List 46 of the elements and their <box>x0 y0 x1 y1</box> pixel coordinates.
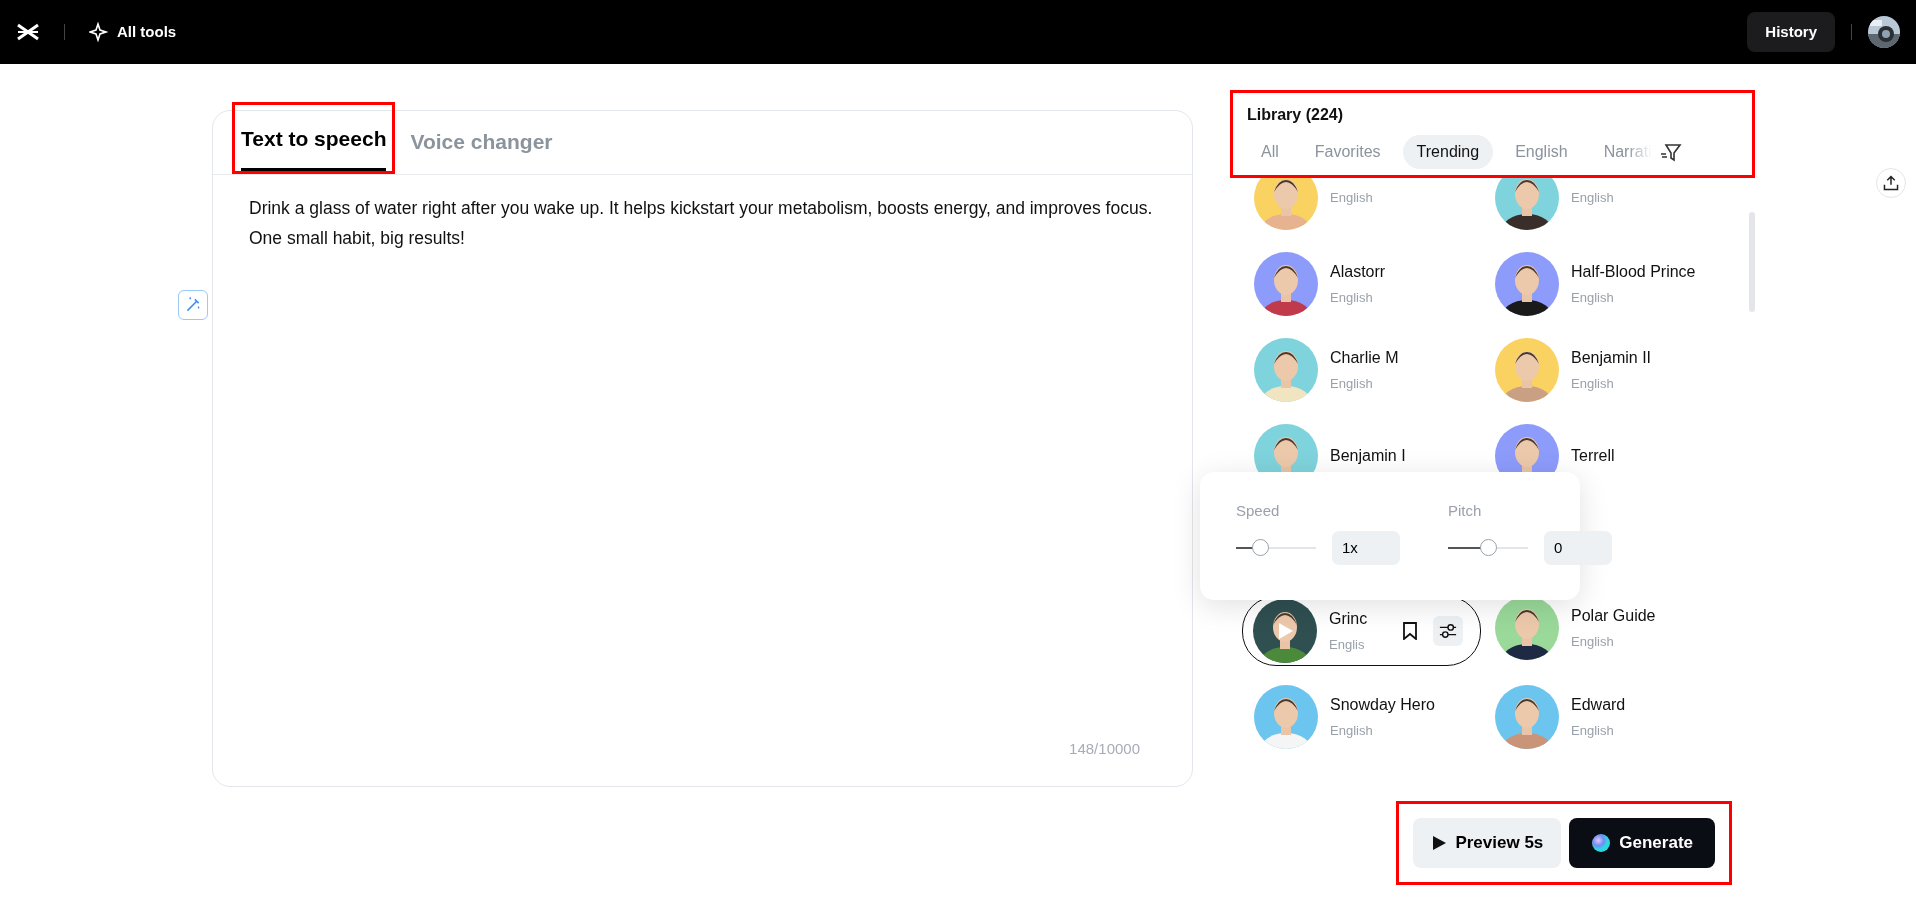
sparkle-icon <box>89 22 109 42</box>
voice-language: English <box>1330 189 1373 208</box>
voice-language: English <box>1330 722 1374 741</box>
voice-name: Alastorr <box>1330 262 1386 283</box>
all-tools-link[interactable]: All tools <box>117 20 177 44</box>
settings-button[interactable] <box>1433 616 1464 646</box>
voice-language: Englis <box>1329 636 1366 655</box>
voice-language: English <box>1571 722 1615 741</box>
pitch-input[interactable]: 0 <box>1544 530 1612 565</box>
pitch-slider[interactable] <box>1448 538 1528 557</box>
voice-language: English <box>1571 375 1615 394</box>
orb-icon <box>1591 832 1612 853</box>
voice-name: Polar Guide <box>1571 606 1656 627</box>
filter-tab[interactable]: Trending <box>1402 135 1494 169</box>
voice-language: English <box>1571 289 1615 308</box>
history-button[interactable]: History <box>1747 11 1835 53</box>
voice-language: English <box>1330 289 1374 308</box>
voice-name: Benjamin II <box>1571 348 1652 369</box>
voice-language: English <box>1571 633 1615 652</box>
play-icon <box>1431 834 1448 851</box>
script-text[interactable]: Drink a glass of water right after you wake up. It helps kickstart your metabolism, boosts energy, and improves focus. One small habit, big results! <box>213 175 1192 738</box>
library-title: Library (224) <box>1247 105 1345 125</box>
voice-name: Edward <box>1571 695 1626 716</box>
editor-tab[interactable]: Text to speech <box>241 110 387 171</box>
voice-language: English <box>1571 189 1614 208</box>
voice-language: English <box>1330 375 1374 394</box>
voice-name: Grinc <box>1329 609 1368 630</box>
character-counter: 148/10000 <box>1068 738 1141 759</box>
generate-button[interactable]: Generate <box>1569 818 1715 868</box>
voice-name: Benjamin I <box>1330 446 1406 466</box>
slider-thumb[interactable] <box>1480 538 1497 556</box>
bookmark-icon <box>1402 622 1419 640</box>
voice-name: Half-Blood Prince <box>1571 262 1696 283</box>
voice-name: Terrell <box>1571 446 1615 466</box>
speed-input[interactable]: 1x <box>1332 530 1400 565</box>
sliders-icon <box>1439 622 1458 640</box>
scrollbar[interactable] <box>1749 212 1755 312</box>
pitch-label: Pitch <box>1448 501 1483 521</box>
preview-button[interactable]: Preview 5s <box>1413 818 1562 868</box>
slider-thumb[interactable] <box>1252 538 1269 556</box>
voice-name: Snowday Hero <box>1330 695 1435 716</box>
filter-icon[interactable] <box>1659 141 1682 163</box>
logo-icon[interactable] <box>16 22 40 42</box>
voice-name: Charlie M <box>1330 348 1399 369</box>
speed-slider[interactable] <box>1236 538 1316 557</box>
speed-label: Speed <box>1236 501 1281 521</box>
